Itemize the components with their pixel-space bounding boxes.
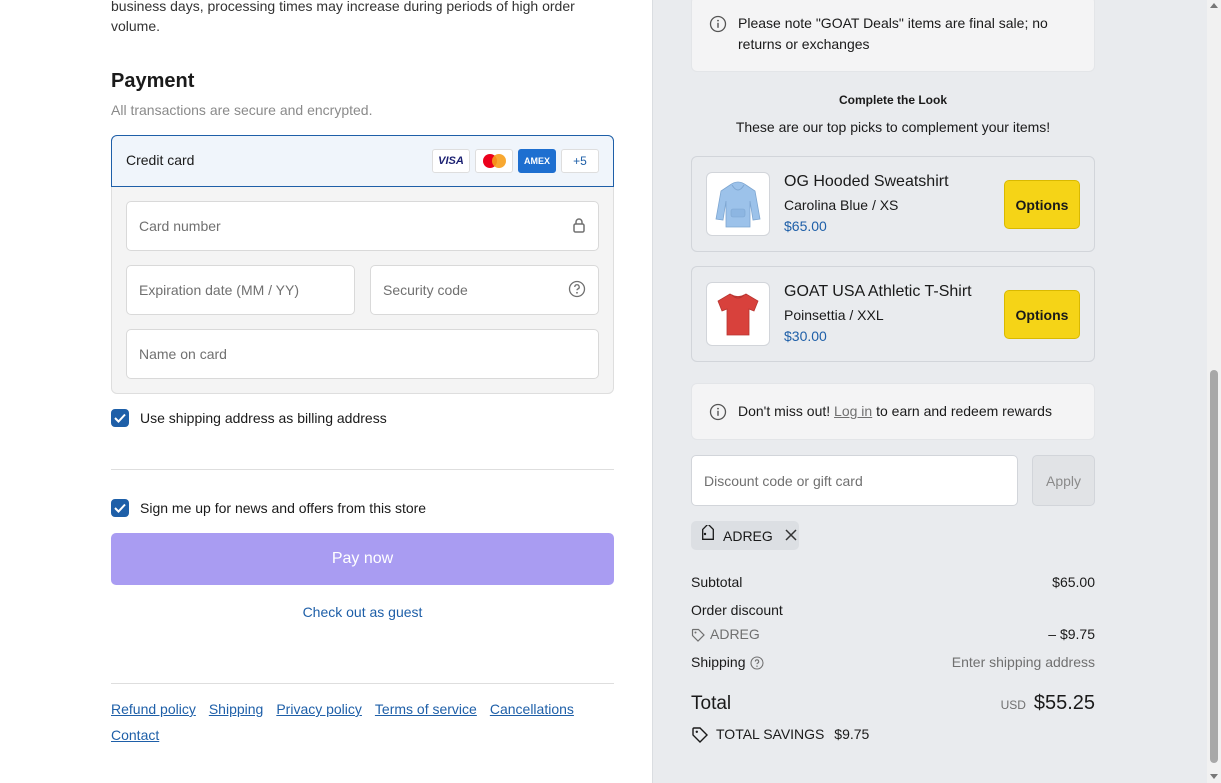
applied-discount-chip: ADREG — [691, 521, 799, 550]
lock-icon — [572, 217, 586, 236]
discount-code: ADREG — [710, 626, 760, 642]
complete-the-look-subtitle: These are our top picks to complement yo… — [735, 119, 1051, 135]
billing-address-checkbox[interactable] — [111, 409, 129, 427]
order-discount-label: Order discount — [691, 602, 783, 618]
name-on-card-placeholder: Name on card — [139, 346, 227, 362]
discount-code-placeholder: Discount code or gift card — [704, 472, 863, 489]
apply-button[interactable]: Apply — [1032, 455, 1095, 506]
checkmark-icon — [114, 503, 126, 513]
final-sale-text: Please note "GOAT Deals" items are final… — [738, 15, 1048, 52]
contact-link[interactable]: Contact — [111, 726, 159, 744]
scrollbar-thumb[interactable] — [1210, 370, 1218, 763]
billing-address-label[interactable]: Use shipping address as billing address — [140, 410, 387, 426]
card-number-field[interactable]: Card number — [126, 201, 599, 251]
payment-title: Payment — [111, 70, 195, 92]
newsletter-checkbox[interactable] — [111, 499, 129, 517]
divider — [111, 469, 614, 470]
product-name: OG Hooded Sweatshirt — [784, 173, 949, 190]
scrollbar[interactable] — [1207, 0, 1221, 783]
tag-icon — [691, 628, 705, 645]
scroll-down-arrow[interactable] — [1210, 774, 1218, 779]
checkmark-icon — [114, 413, 126, 423]
rewards-text: Don't miss out! Log in to earn and redee… — [738, 403, 1052, 419]
shipping-link[interactable]: Shipping — [209, 700, 264, 718]
info-icon — [709, 15, 727, 36]
discount-value: – $9.75 — [1048, 626, 1095, 642]
more-card-brands: +5 — [561, 149, 599, 173]
security-code-placeholder: Security code — [383, 282, 468, 298]
tshirt-image — [717, 293, 759, 336]
terms-of-service-link[interactable]: Terms of service — [375, 700, 477, 718]
card-number-placeholder: Card number — [139, 218, 221, 234]
tag-icon — [699, 523, 717, 546]
credit-card-label: Credit card — [126, 152, 195, 168]
total-savings: TOTAL SAVINGS $9.75 — [716, 726, 869, 742]
total-savings-label: TOTAL SAVINGS — [716, 726, 825, 742]
payment-subtitle: All transactions are secure and encrypte… — [111, 102, 373, 118]
product-price: $65.00 — [784, 218, 827, 234]
refund-policy-link[interactable]: Refund policy — [111, 700, 196, 718]
product-thumbnail — [706, 282, 770, 346]
expiration-date-field[interactable]: Expiration date (MM / YY) — [126, 265, 355, 315]
close-icon[interactable] — [785, 528, 797, 544]
hoodie-image — [715, 181, 761, 228]
tag-icon — [691, 726, 709, 747]
help-circle-icon[interactable] — [750, 656, 764, 673]
expiration-placeholder: Expiration date (MM / YY) — [139, 282, 300, 298]
total-savings-value: $9.75 — [834, 726, 870, 742]
info-icon — [709, 403, 727, 424]
cancellations-link[interactable]: Cancellations — [490, 700, 574, 718]
pay-now-button[interactable]: Pay now — [111, 533, 614, 585]
shipping-note: business days, processing times may incr… — [111, 0, 575, 34]
footer-divider — [111, 683, 614, 684]
rewards-prefix: Don't miss out! — [738, 403, 835, 419]
security-code-field[interactable]: Security code — [370, 265, 599, 315]
complete-the-look-title: Complete the Look — [838, 93, 947, 107]
applied-code: ADREG — [723, 527, 773, 544]
discount-code-input[interactable]: Discount code or gift card — [691, 455, 1018, 506]
product-name: GOAT USA Athletic T-Shirt — [784, 283, 972, 300]
options-button[interactable]: Options — [1004, 180, 1080, 229]
amex-logo: AMEX — [518, 149, 556, 173]
name-on-card-field[interactable]: Name on card — [126, 329, 599, 379]
total-label: Total — [691, 693, 732, 714]
total-currency: USD — [1000, 698, 1026, 712]
mastercard-logo — [475, 149, 513, 173]
total-value: $55.25 — [1033, 692, 1095, 714]
shipping-value: Enter shipping address — [951, 654, 1095, 670]
product-price: $30.00 — [784, 328, 827, 344]
rewards-suffix: to earn and redeem rewards — [872, 403, 1052, 419]
subtotal-label: Subtotal — [691, 574, 743, 590]
options-button[interactable]: Options — [1004, 290, 1080, 339]
shipping-label: Shipping — [691, 654, 746, 670]
checkout-as-guest-link[interactable]: Check out as guest — [111, 604, 614, 620]
scroll-up-arrow[interactable] — [1210, 3, 1218, 8]
log-in-link[interactable]: Log in — [834, 403, 872, 419]
total-amount: USD $55.25 — [935, 692, 1095, 715]
product-thumbnail — [706, 172, 770, 236]
footer-links: Refund policy Shipping Privacy policy Te… — [111, 700, 611, 744]
product-variant: Poinsettia / XXL — [784, 307, 884, 323]
newsletter-label[interactable]: Sign me up for news and offers from this… — [140, 500, 426, 516]
subtotal-value: $65.00 — [1052, 574, 1095, 590]
privacy-policy-link[interactable]: Privacy policy — [276, 700, 362, 718]
visa-logo: VISA — [432, 149, 470, 173]
product-variant: Carolina Blue / XS — [784, 197, 899, 213]
help-circle-icon[interactable] — [568, 280, 586, 301]
